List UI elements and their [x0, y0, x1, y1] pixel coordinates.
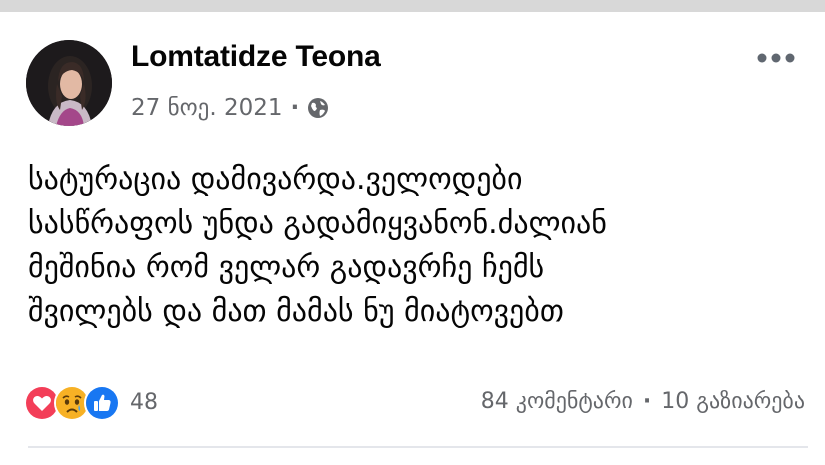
post-text-line: მეშინია რომ ველარ გადავრჩე ჩემს	[28, 250, 545, 285]
ellipsis-icon[interactable]	[756, 50, 796, 64]
shares-count[interactable]: 10 გაზიარება	[661, 389, 805, 414]
comments-count[interactable]: 84 კომენტარი	[481, 389, 633, 414]
post-text-line: სატურაცია დამივარდა.ველოდები	[28, 162, 523, 197]
post-text: სატურაცია დამივარდა.ველოდები სასწრაფოს უ…	[28, 158, 808, 334]
reaction-icons	[24, 384, 136, 421]
post-date[interactable]: 27 ნოე. 2021	[131, 95, 283, 121]
post-text-line: შვილებს და მათ მამას ნუ მიატოვებთ	[28, 294, 564, 329]
like-icon	[84, 385, 120, 421]
divider	[28, 446, 808, 448]
post-text-line: სასწრაფოს უნდა გადამიყვანონ.ძალიან	[28, 206, 607, 241]
post-stats: 84 კომენტარი · 10 გაზიარება	[481, 389, 805, 414]
post-meta: 27 ნოე. 2021 ·	[131, 93, 329, 123]
meta-separator: ·	[290, 95, 300, 121]
globe-icon	[307, 97, 329, 119]
author-name[interactable]: Lomtatidze Teona	[131, 40, 381, 74]
reactions-summary[interactable]: 48	[24, 384, 158, 421]
top-border	[0, 0, 825, 12]
avatar[interactable]	[26, 40, 112, 126]
stats-separator: ·	[642, 389, 652, 414]
